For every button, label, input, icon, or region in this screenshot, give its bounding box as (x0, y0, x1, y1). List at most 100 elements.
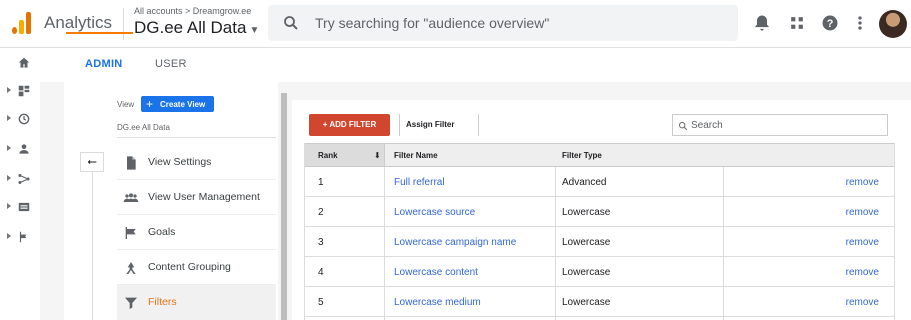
menu-item-label: View User Management (148, 191, 260, 203)
filter-name-link[interactable]: Lowercase source (394, 207, 475, 218)
rail-behavior[interactable] (0, 198, 40, 218)
expand-arrow-icon (7, 203, 11, 209)
help-icon[interactable]: ? (820, 13, 840, 33)
rail-acquisition[interactable] (0, 170, 40, 190)
add-filter-button[interactable]: + ADD FILTER (309, 114, 390, 136)
menu-item-label: Goals (148, 226, 176, 238)
view-label: View (117, 100, 135, 109)
filter-type-cell: Lowercase (562, 207, 611, 218)
table-row: 5 Lowercase medium Lowercase remove (304, 287, 895, 317)
top-bar: Analytics All accounts > Dreamgrow.ee DG… (0, 0, 911, 48)
expand-arrow-icon (7, 87, 11, 93)
filter-name-link[interactable]: Lowercase medium (394, 297, 481, 308)
search-placeholder: Try searching for "audience overview" (315, 15, 550, 31)
column-divider (555, 167, 556, 320)
filter-name-link[interactable]: Full referral (394, 177, 445, 188)
column-header-filter-name[interactable]: Filter Name (394, 151, 438, 160)
view-selector[interactable]: DG.ee All Data (117, 123, 170, 132)
rail-customization[interactable] (0, 82, 40, 102)
dashboard-icon (18, 85, 30, 97)
more-vert-icon[interactable] (850, 13, 870, 33)
tree-line (92, 172, 93, 320)
tab-user[interactable]: USER (155, 58, 187, 70)
back-arrow-button[interactable]: ⭠ (80, 152, 104, 172)
column-divider (723, 167, 724, 320)
expand-arrow-icon (7, 233, 11, 239)
search-icon (284, 16, 298, 30)
flag-icon (125, 227, 136, 239)
account-selector[interactable]: DG.ee All Data ▼ (134, 18, 259, 38)
header-divider (123, 8, 124, 40)
analytics-logo-icon[interactable] (12, 12, 32, 34)
menu-item-content-grouping[interactable]: Content Grouping (117, 250, 276, 285)
home-icon (18, 57, 30, 68)
filter-search-input[interactable]: Search (672, 114, 888, 136)
create-view-button[interactable]: + Create View (141, 96, 214, 112)
filter-name-link[interactable]: Lowercase content (394, 267, 478, 278)
table-left-border (304, 143, 305, 320)
expand-arrow-icon (7, 115, 11, 121)
filter-icon (125, 297, 137, 309)
user-avatar[interactable] (879, 10, 907, 38)
table-header: Filter Name Filter Type (304, 143, 895, 167)
table-row: 1 Full referral Advanced remove (304, 167, 895, 197)
content-grouping-icon (126, 262, 136, 274)
sort-arrow-icon[interactable]: ⬇ (374, 151, 381, 160)
column-header-rank-label: Rank (318, 151, 338, 160)
person-icon (19, 144, 29, 154)
plus-icon: + (146, 97, 154, 111)
filter-type-cell: Lowercase (562, 297, 611, 308)
menu-item-filters[interactable]: Filters (117, 285, 276, 320)
expand-arrow-icon (7, 145, 11, 151)
menu-item-view-settings[interactable]: View Settings (117, 145, 276, 180)
svg-text:?: ? (827, 18, 834, 30)
remove-link[interactable]: remove (846, 177, 879, 188)
rank-cell: 5 (318, 297, 324, 308)
table-row: 2 Lowercase source Lowercase remove (304, 197, 895, 227)
clock-icon (18, 113, 30, 125)
rank-cell: 2 (318, 207, 324, 218)
rank-cell: 1 (318, 177, 324, 188)
apps-grid-icon[interactable] (787, 13, 807, 33)
create-view-label: Create View (160, 100, 206, 109)
rail-audience[interactable] (0, 140, 40, 160)
people-icon (123, 193, 139, 202)
expand-arrow-icon (7, 175, 11, 181)
remove-link[interactable]: remove (846, 237, 879, 248)
menu-item-label: Filters (148, 296, 177, 308)
table-row: 3 Lowercase campaign name Lowercase remo… (304, 227, 895, 257)
table-right-border (894, 143, 895, 320)
left-rail (0, 48, 40, 320)
column-header-filter-type[interactable]: Filter Type (562, 151, 602, 160)
filter-type-cell: Lowercase (562, 237, 611, 248)
search-bar[interactable]: Try searching for "audience overview" (268, 5, 738, 41)
remove-link[interactable]: remove (846, 297, 879, 308)
rail-conversions[interactable] (0, 228, 40, 248)
remove-link[interactable]: remove (846, 267, 879, 278)
menu-item-label: View Settings (148, 156, 212, 168)
column-header-rank[interactable]: Rank (304, 143, 385, 167)
acquisition-icon (18, 174, 30, 184)
menu-item-label: Content Grouping (148, 261, 231, 273)
filter-name-link[interactable]: Lowercase campaign name (394, 237, 516, 248)
rank-cell: 4 (318, 267, 324, 278)
active-tab-indicator (66, 32, 133, 34)
menu-item-goals[interactable]: Goals (117, 215, 276, 250)
tab-admin[interactable]: ADMIN (85, 58, 123, 70)
flag-icon (19, 231, 27, 243)
assign-filter-order-button[interactable]: Assign Filter Order (399, 114, 479, 151)
app-title: Analytics (44, 13, 113, 32)
back-arrow-icon: ⭠ (87, 154, 97, 168)
filter-type-cell: Advanced (562, 177, 607, 188)
search-placeholder: Search (691, 120, 723, 131)
menu-item-view-user-management[interactable]: View User Management (117, 180, 276, 215)
rank-cell: 3 (318, 237, 324, 248)
rail-home[interactable] (0, 54, 40, 74)
remove-link[interactable]: remove (846, 207, 879, 218)
breadcrumb[interactable]: All accounts > Dreamgrow.ee (134, 6, 251, 16)
column-scrollbar[interactable] (281, 93, 287, 320)
view-divider (117, 137, 276, 138)
admin-tabs: ADMIN USER (40, 48, 911, 82)
rail-realtime[interactable] (0, 110, 40, 130)
notifications-bell-icon[interactable] (752, 13, 772, 33)
